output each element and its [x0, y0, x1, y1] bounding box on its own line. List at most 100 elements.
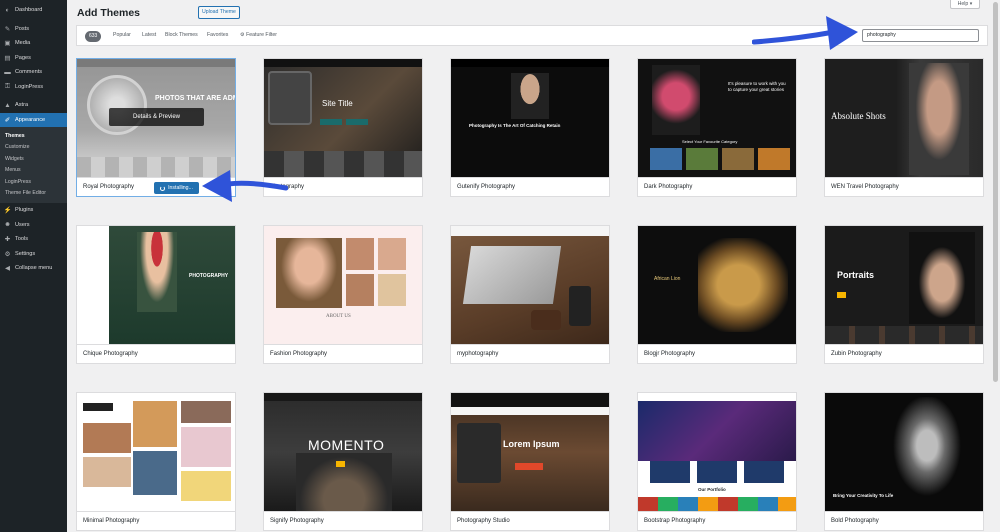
- sidebar-item-settings[interactable]: ⚙ Settings: [0, 247, 67, 262]
- scrollbar-thumb[interactable]: [993, 2, 998, 382]
- sidebar-item-dashboard[interactable]: ◐ Dashboard: [0, 3, 67, 18]
- theme-name: Chique Photography: [83, 351, 138, 357]
- theme-headline: Portraits: [837, 270, 875, 280]
- filter-latest[interactable]: Latest: [142, 32, 156, 38]
- sidebar-item-label: Appearance: [15, 116, 46, 123]
- theme-card-wen-travel-photography[interactable]: Absolute Shots WEN Travel Photography: [824, 58, 984, 197]
- theme-card-minimal-photography[interactable]: Minimal Photography: [76, 392, 236, 531]
- feature-filter-button[interactable]: ⚙ Feature Filter: [240, 32, 277, 38]
- theme-card-myphotography[interactable]: myphotography: [450, 225, 610, 364]
- theme-screenshot: MOMENTO: [264, 393, 422, 511]
- dashboard-icon: ◐: [5, 6, 10, 14]
- theme-headline: Our Portfolio: [698, 487, 726, 492]
- theme-card-footer: Blogjr Photography: [638, 344, 796, 363]
- sidebar-item-label: Plugins: [15, 207, 34, 214]
- theme-screenshot: Lorem Ipsum: [451, 393, 609, 511]
- sidebar-item-label: Astra: [15, 102, 29, 109]
- filter-favorites[interactable]: Favorites: [207, 32, 228, 38]
- installing-button[interactable]: Installing...: [154, 182, 199, 194]
- submenu-item-widgets[interactable]: Widgets: [0, 153, 67, 165]
- theme-name: Royal Photography: [83, 184, 135, 190]
- theme-card-footer: Gutenify Photography: [451, 177, 609, 196]
- theme-headline: It's pleasure to work with you to captur…: [728, 81, 786, 92]
- sidebar-item-plugins[interactable]: ⚡ Plugins: [0, 203, 67, 218]
- theme-headline: Absolute Shots: [831, 111, 886, 121]
- filter-popular[interactable]: Popular: [113, 32, 131, 38]
- filter-block-themes[interactable]: Block Themes: [165, 32, 198, 38]
- sidebar-item-label: Users: [15, 221, 30, 228]
- admin-sidebar: ◐ Dashboard ✎ Posts ▣ Media ▤ Pages ▬ Comment…: [0, 0, 67, 532]
- theme-card-photography[interactable]: Site Title Photography: [263, 58, 423, 197]
- sidebar-item-media[interactable]: ▣ Media: [0, 36, 67, 51]
- settings-icon: ⚙: [4, 250, 11, 258]
- sidebar-item-loginpress[interactable]: ⚿ LoginPress: [0, 80, 67, 95]
- theme-card-photography-studio[interactable]: Lorem Ipsum Photography Studio: [450, 392, 610, 531]
- theme-card-chique-photography[interactable]: PHOTOGRAPHY Chique Photography: [76, 225, 236, 364]
- theme-headline: Site Title: [322, 99, 353, 108]
- sidebar-item-tools[interactable]: ✚ Tools: [0, 232, 67, 247]
- theme-name: Bold Photography: [831, 518, 879, 524]
- theme-screenshot: Bring Your Creativity To Life: [825, 393, 983, 511]
- theme-card-royal-photography[interactable]: PHOTOS THAT ARE ADMIRED YOU Details & Pr…: [76, 58, 236, 197]
- sidebar-item-label: Settings: [15, 250, 36, 257]
- sidebar-item-label: Dashboard: [15, 7, 43, 14]
- page-scrollbar[interactable]: [991, 0, 1000, 532]
- sidebar-item-users[interactable]: ☻ Users: [0, 218, 67, 233]
- sidebar-item-appearance[interactable]: ✐ Appearance: [0, 112, 67, 127]
- submenu-item-loginpress[interactable]: LoginPress: [0, 176, 67, 188]
- theme-name: Dark Photography: [644, 184, 693, 190]
- theme-screenshot: Absolute Shots: [825, 59, 983, 177]
- submenu-item-theme-file-editor[interactable]: Theme File Editor: [0, 188, 67, 200]
- theme-screenshot: Portraits: [825, 226, 983, 344]
- theme-card-footer: Bold Photography: [825, 511, 983, 530]
- theme-card-gutenify-photography[interactable]: Photography Is The Art Of Catching Retai…: [450, 58, 610, 197]
- theme-headline: Lorem Ipsum: [503, 439, 560, 449]
- theme-card-bootstrap-photography[interactable]: Our Portfolio Bootstrap Photography: [637, 392, 797, 531]
- theme-headline: African Lion: [654, 276, 681, 282]
- sidebar-item-astra[interactable]: ▲ Astra: [0, 98, 67, 113]
- collapse-icon: ◀: [5, 265, 10, 273]
- installing-label: Installing...: [168, 185, 193, 191]
- appearance-submenu: Themes Customize Widgets Menus LoginPres…: [0, 127, 67, 203]
- submenu-item-menus[interactable]: Menus: [0, 165, 67, 177]
- theme-card-signify-photography[interactable]: MOMENTO Signify Photography: [263, 392, 423, 531]
- users-icon: ☻: [4, 221, 11, 229]
- theme-filter-bar: 633 Popular Latest Block Themes Favorite…: [76, 25, 988, 46]
- details-preview-button[interactable]: Details & Preview: [109, 108, 204, 126]
- theme-card-fashion-photography[interactable]: ABOUT US Fashion Photography: [263, 225, 423, 364]
- theme-card-footer: Chique Photography: [77, 344, 235, 363]
- collapse-menu-label: Collapse menu: [15, 265, 53, 272]
- theme-headline: ABOUT US: [326, 314, 351, 319]
- theme-name: Photography: [270, 184, 305, 190]
- theme-headline: Bring Your Creativity To Life: [833, 493, 894, 498]
- theme-screenshot: It's pleasure to work with you to captur…: [638, 59, 796, 177]
- submenu-item-customize[interactable]: Customize: [0, 142, 67, 154]
- help-tab-button[interactable]: Help ▾: [950, 0, 980, 9]
- pin-icon: ✎: [4, 25, 11, 33]
- theme-search-input[interactable]: photography: [862, 29, 979, 42]
- theme-card-footer: Zubin Photography: [825, 344, 983, 363]
- theme-card-blogjr-photography[interactable]: African Lion Blogjr Photography: [637, 225, 797, 364]
- submenu-item-themes[interactable]: Themes: [0, 130, 67, 142]
- sidebar-item-label: Comments: [15, 69, 43, 76]
- theme-screenshot: [77, 393, 235, 511]
- theme-screenshot: Site Title: [264, 59, 422, 177]
- theme-subheadline: Select Your Favourite Category: [682, 139, 738, 144]
- main-content: Add Themes Upload Theme Help ▾ 633 Popul…: [67, 0, 1000, 532]
- theme-card-footer: Fashion Photography: [264, 344, 422, 363]
- sidebar-item-pages[interactable]: ▤ Pages: [0, 51, 67, 66]
- theme-screenshot: ABOUT US: [264, 226, 422, 344]
- theme-card-zubin-photography[interactable]: Portraits Zubin Photography: [824, 225, 984, 364]
- theme-screenshot: [451, 226, 609, 344]
- upload-theme-button[interactable]: Upload Theme: [198, 6, 240, 19]
- theme-headline: MOMENTO: [308, 437, 385, 453]
- collapse-menu-button[interactable]: ◀ Collapse menu: [0, 261, 67, 276]
- sidebar-item-label: Media: [15, 40, 31, 47]
- theme-card-dark-photography[interactable]: It's pleasure to work with you to captur…: [637, 58, 797, 197]
- theme-name: Gutenify Photography: [457, 184, 516, 190]
- loginpress-icon: ⚿: [5, 82, 10, 90]
- theme-card-bold-photography[interactable]: Bring Your Creativity To Life Bold Photo…: [824, 392, 984, 531]
- theme-card-footer: Bootstrap Photography: [638, 511, 796, 530]
- sidebar-item-posts[interactable]: ✎ Posts: [0, 22, 67, 37]
- sidebar-item-comments[interactable]: ▬ Comments: [0, 65, 67, 80]
